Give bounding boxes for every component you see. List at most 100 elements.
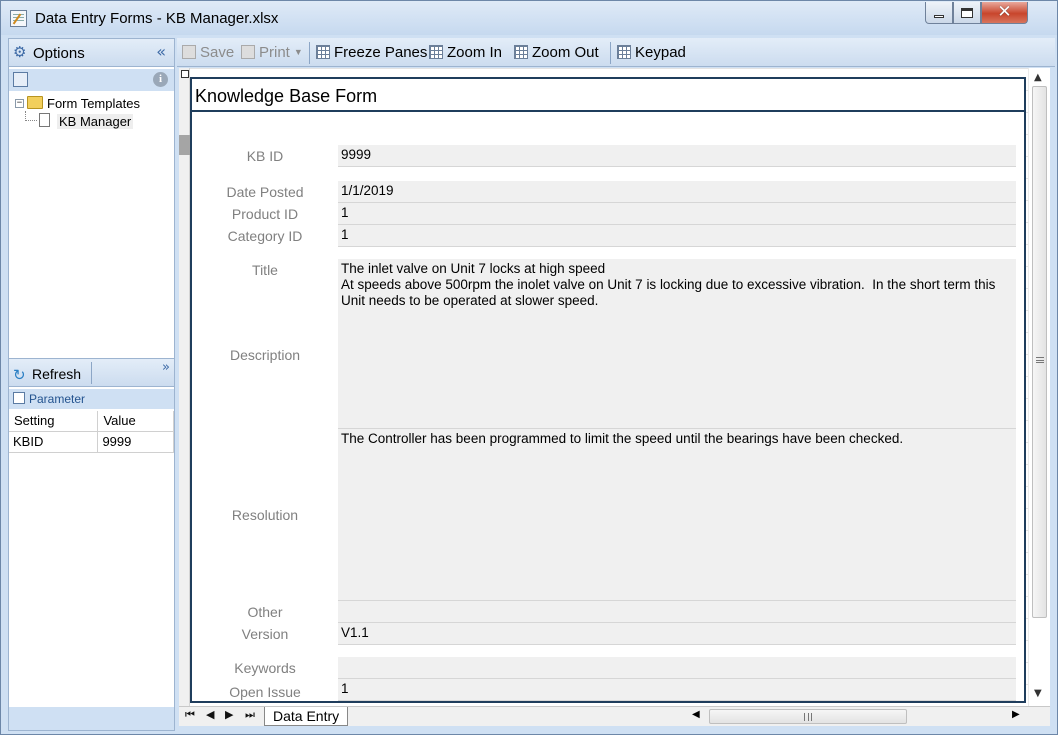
last-sheet-icon[interactable]: ⏭ [245,708,255,722]
refresh-button[interactable]: Refresh [32,366,81,382]
dropdown-caret-icon: ▼ [293,47,303,57]
row-headers[interactable] [179,68,190,706]
field-product-id[interactable]: 1 [338,203,1016,225]
folder-icon [27,96,43,109]
save-label: Save [200,44,235,61]
document-icon [39,113,50,127]
field-label-category-id: Category ID [227,228,303,244]
zoom-out-label: Zoom Out [532,44,599,61]
table-row: KBID 9999 [9,430,174,453]
scroll-up-icon[interactable]: ▲ [1034,72,1042,83]
refresh-toolbar: ↻ Refresh » [9,358,174,387]
field-other[interactable] [338,601,1016,623]
field-label-open-issue: Open Issue [229,684,301,700]
horizontal-scroll-thumb[interactable] [709,709,907,724]
field-label-description: Description [229,347,301,363]
collapse-panel-button[interactable]: « [156,42,166,61]
field-label-date-posted: Date Posted [226,184,304,200]
toolbar-separator [91,362,92,384]
close-icon: ✕ [997,2,1012,22]
field-description[interactable]: At speeds above 500rpm the inolet valve … [338,277,1016,429]
select-all-corner[interactable] [181,70,189,78]
freeze-panes-label: Freeze Panes [334,44,428,61]
vertical-scroll-thumb[interactable] [1032,86,1047,618]
sheet-tab-data-entry[interactable]: Data Entry [264,707,349,726]
selected-row-header[interactable] [179,135,190,155]
field-kb-id[interactable]: 9999 [338,145,1016,167]
knowledge-base-form: Knowledge Base Form KB ID 9999 Date Post… [190,77,1026,703]
parameter-label: Parameter [29,392,86,406]
options-header: ⚙ Options « [9,39,174,67]
maximize-button[interactable] [953,2,981,24]
first-sheet-icon[interactable]: ⏮ [185,708,195,722]
app-icon [10,10,27,27]
panel-footer [9,707,174,730]
status-bar [177,726,1055,734]
refresh-icon[interactable]: ↻ [13,366,26,384]
horizontal-scrollbar[interactable]: ◀ ▶ [692,708,1022,725]
grip-icon [1036,357,1044,363]
field-version[interactable]: V1.1 [338,623,1016,645]
zoom-out-icon [514,45,528,59]
tree-node-label: Form Templates [47,96,140,111]
freeze-panes-button[interactable]: Freeze Panes [316,44,427,61]
expand-toolbar-button[interactable]: » [162,360,170,375]
form-title: Knowledge Base Form [192,79,1024,112]
title-bar: Data Entry Forms - KB Manager.xlsx ✕ [1,1,1057,35]
database-icon[interactable] [13,72,28,87]
print-button[interactable]: Print ▼ [241,44,303,61]
save-button[interactable]: Save [182,44,234,61]
collapse-node-icon[interactable]: − [15,99,24,108]
field-label-resolution: Resolution [231,507,299,523]
gear-icon: ⚙ [13,43,27,61]
previous-sheet-icon[interactable]: ◀ [206,708,214,721]
scroll-right-icon[interactable]: ▶ [1012,709,1020,720]
next-sheet-icon[interactable]: ▶ [225,708,233,721]
tree-connector [25,111,37,121]
close-button[interactable]: ✕ [981,2,1028,24]
parameter-icon [13,392,25,404]
keypad-label: Keypad [635,44,686,61]
minimize-button[interactable] [925,2,953,24]
field-category-id[interactable]: 1 [338,225,1016,247]
parameter-header: Parameter [9,389,174,409]
zoom-in-button[interactable]: Zoom In [429,44,502,61]
zoom-in-icon [429,45,443,59]
toolbar-separator [610,42,611,64]
vertical-scrollbar[interactable]: ▲ ▼ [1028,68,1050,706]
field-resolution[interactable]: The Controller has been programmed to li… [338,429,1016,601]
keypad-button[interactable]: Keypad [617,44,686,61]
field-label-kb-id: KB ID [246,148,284,164]
field-keywords[interactable] [338,657,1016,679]
field-open-issue[interactable]: 1 [338,679,1016,701]
field-label-product-id: Product ID [231,206,299,222]
tree-toolbar: i [9,69,174,91]
info-icon[interactable]: i [153,72,168,87]
window-title: Data Entry Forms - KB Manager.xlsx [35,10,279,27]
scroll-down-icon[interactable]: ▼ [1034,688,1042,699]
grip-icon [804,713,812,721]
field-date-posted[interactable]: 1/1/2019 [338,181,1016,203]
app-window: Data Entry Forms - KB Manager.xlsx ✕ ⚙ O… [0,0,1058,735]
scroll-left-icon[interactable]: ◀ [692,709,700,720]
table-header-row: Setting Value [9,411,174,431]
column-header-value: Value [97,411,174,431]
print-label: Print [259,44,290,61]
field-label-keywords: Keywords [234,660,296,676]
print-icon [241,45,255,59]
column-header-setting: Setting [9,411,99,431]
field-title[interactable]: The inlet valve on Unit 7 locks at high … [338,259,1016,277]
param-setting-cell: KBID [9,430,99,453]
freeze-panes-icon [316,45,330,59]
minimize-icon [934,15,944,18]
keypad-icon [617,45,631,59]
parameter-table: Setting Value KBID 9999 [9,411,174,453]
toolbar-separator [309,42,310,64]
maximize-icon [961,7,973,18]
zoom-out-button[interactable]: Zoom Out [514,44,599,61]
param-value-cell[interactable]: 9999 [97,430,174,453]
tree-node-label: KB Manager [57,114,134,129]
options-label: Options [33,45,85,62]
worksheet[interactable]: Knowledge Base Form KB ID 9999 Date Post… [179,68,1050,706]
sheet-tab-bar: ⏮ ◀ ▶ ⏭ Data Entry ◀ ▶ [179,706,1050,726]
